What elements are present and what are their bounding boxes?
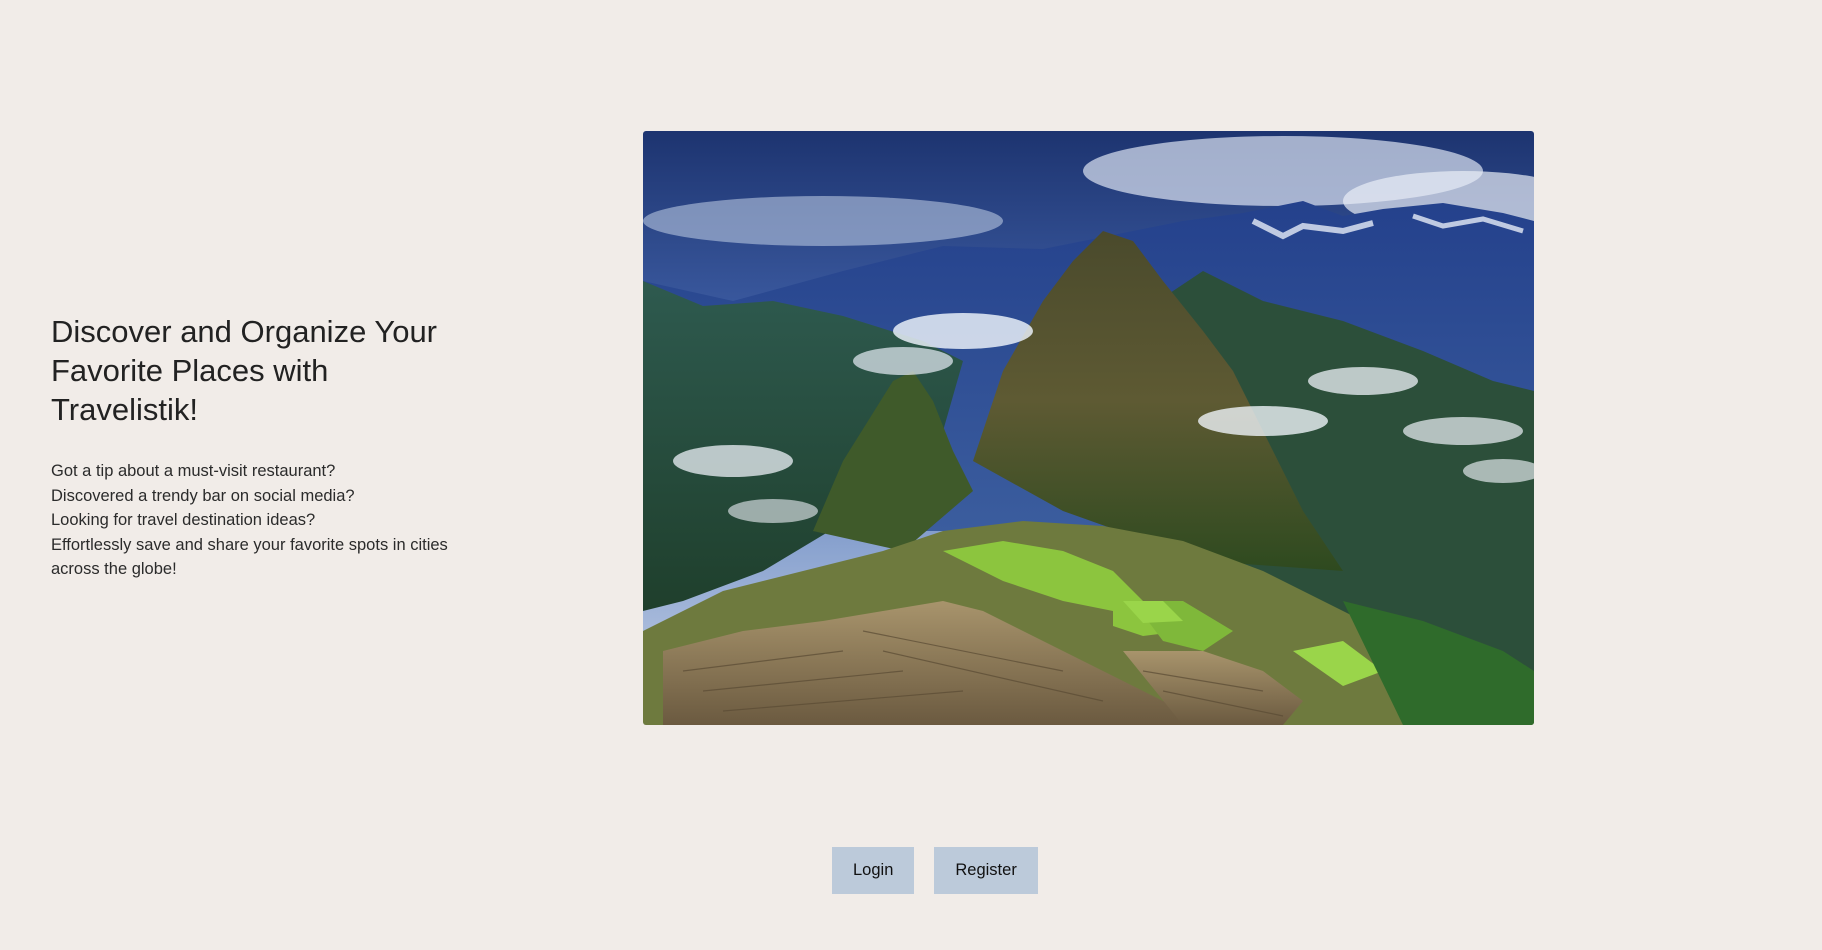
intro-line: Discovered a trendy bar on social media? <box>51 486 355 505</box>
intro-line: Effortlessly save and share your favorit… <box>51 535 448 579</box>
intro-line: Looking for travel destination ideas? <box>51 511 316 529</box>
mountain-ruins-illustration <box>643 131 1534 725</box>
intro-line: Got a tip about a must-visit restaurant? <box>51 462 336 480</box>
intro-section: Discover and Organize Your Favorite Plac… <box>51 312 481 582</box>
auth-actions: Login Register <box>832 847 1038 894</box>
register-button[interactable]: Register <box>934 847 1038 894</box>
login-button[interactable]: Login <box>832 847 915 894</box>
hero-image <box>643 131 1534 725</box>
page-headline: Discover and Organize Your Favorite Plac… <box>51 314 438 427</box>
intro-text: Got a tip about a must-visit restaurant?… <box>51 459 481 582</box>
